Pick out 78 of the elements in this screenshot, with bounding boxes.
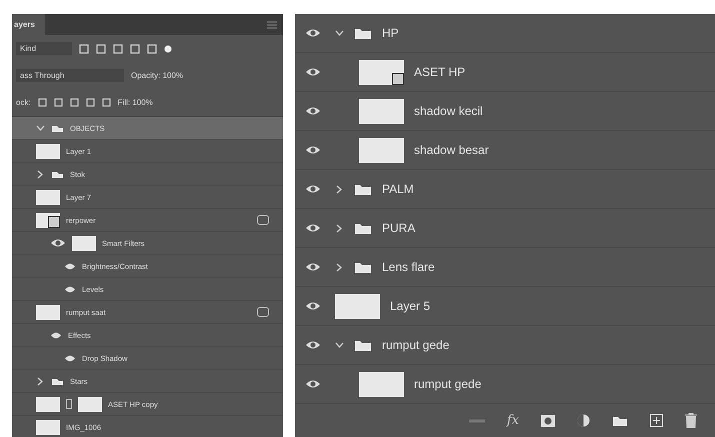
chevron-right-icon[interactable] [335, 224, 344, 232]
layer-thumbnail [72, 236, 96, 250]
layer-name: PURA [382, 221, 416, 235]
menu-icon[interactable] [267, 20, 277, 28]
layer-thumbnail [78, 396, 102, 412]
chevron-right-icon[interactable] [335, 184, 344, 194]
eye-icon[interactable] [50, 237, 66, 249]
smart-object-icon [48, 216, 60, 228]
folder-icon[interactable] [51, 376, 64, 386]
eye-icon[interactable] [305, 300, 321, 312]
folder-icon[interactable] [354, 182, 372, 196]
folder-icon[interactable] [51, 170, 64, 178]
folder-icon[interactable] [354, 338, 372, 352]
chevron-down-icon[interactable] [335, 340, 344, 350]
layer-name: HP [382, 26, 399, 40]
layer-row[interactable]: shadow besar [295, 131, 715, 170]
layer-name: PALM [382, 182, 414, 196]
lock-label: ock: [16, 98, 31, 107]
toggle-dot-icon[interactable] [164, 44, 172, 52]
layer-name: shadow kecil [414, 104, 483, 118]
layer-thumbnail [335, 294, 380, 318]
smart-object-icon [392, 72, 404, 84]
chevron-right-icon[interactable] [36, 170, 45, 178]
folder-icon[interactable] [354, 26, 372, 40]
eye-icon[interactable] [305, 66, 321, 78]
opacity-field[interactable]: Opacity: 100% [131, 71, 184, 80]
layer-row[interactable]: HP [295, 14, 715, 53]
eye-icon[interactable] [64, 284, 76, 294]
eye-icon[interactable] [305, 339, 321, 351]
eye-icon[interactable] [305, 222, 321, 234]
layer-thumbnail [359, 372, 404, 396]
layer-name: Lens flare [382, 260, 435, 274]
chevron-down-icon[interactable] [335, 28, 344, 38]
eye-icon[interactable] [305, 261, 321, 273]
layer-name: Layer 5 [390, 299, 430, 313]
chevron-right-icon[interactable] [335, 262, 344, 272]
eye-icon[interactable] [64, 262, 76, 270]
eye-icon[interactable] [305, 27, 321, 39]
fill-field[interactable]: Fill: 100% [118, 98, 153, 107]
layer-name: shadow besar [414, 143, 489, 157]
add-style-button[interactable]: fx [506, 413, 519, 428]
layer-thumbnail [36, 420, 60, 434]
folder-icon[interactable] [51, 124, 64, 132]
eye-icon[interactable] [305, 183, 321, 195]
folder-icon[interactable] [354, 260, 372, 274]
layer-thumbnail [359, 98, 404, 124]
layer-thumbnail [359, 138, 404, 162]
layer-row[interactable]: Layer 5 [295, 287, 715, 326]
layer-name: rumput gede [382, 338, 450, 352]
layer-name: rumput gede [414, 377, 482, 391]
layer-row[interactable]: ASET HP [295, 53, 715, 92]
blend-mode-dropdown[interactable]: ass Through [16, 69, 124, 82]
layer-thumbnail [36, 304, 60, 320]
layers-tab[interactable]: ayers [12, 14, 45, 35]
layer-thumbnail [36, 396, 60, 412]
eye-icon[interactable] [64, 354, 76, 362]
layer-thumbnail [36, 144, 60, 158]
new-layer-icon[interactable] [650, 414, 663, 427]
eye-icon[interactable] [305, 105, 321, 117]
layer-thumbnail [36, 190, 60, 204]
layer-row[interactable]: Lens flare [295, 248, 715, 287]
layer-row[interactable]: rumput gede [295, 365, 715, 404]
chevron-right-icon[interactable] [36, 376, 45, 386]
layer-name: ASET HP [414, 65, 466, 79]
trash-icon[interactable] [685, 413, 697, 428]
layer-row[interactable]: PALM [295, 170, 715, 209]
filter-kind-dropdown[interactable]: Kind [16, 42, 72, 55]
eye-icon[interactable] [50, 330, 62, 340]
adjustment-icon[interactable] [577, 414, 590, 427]
layer-row[interactable]: rumput gede [295, 326, 715, 365]
folder-icon[interactable] [354, 222, 372, 234]
layer-row[interactable]: shadow kecil [295, 92, 715, 131]
eye-icon[interactable] [305, 144, 321, 156]
eye-icon[interactable] [305, 378, 321, 390]
mask-icon[interactable] [541, 414, 555, 426]
chevron-down-icon[interactable] [36, 124, 45, 132]
layer-row[interactable]: PURA [295, 209, 715, 248]
new-group-icon[interactable] [612, 414, 628, 426]
